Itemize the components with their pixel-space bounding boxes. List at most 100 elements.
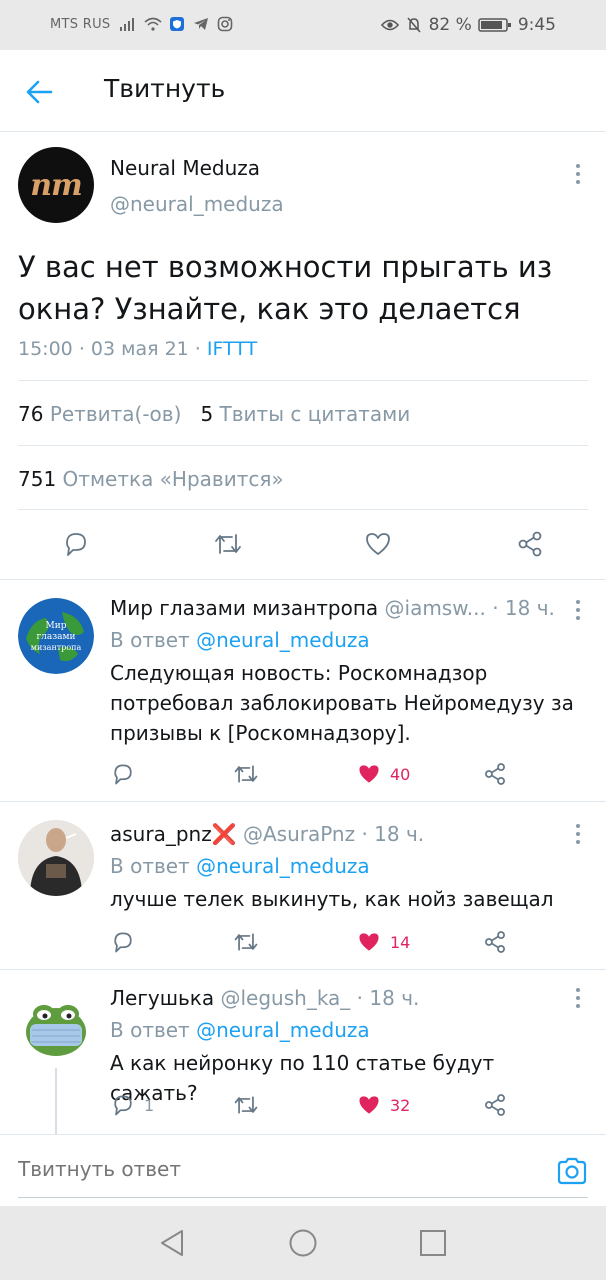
eye-icon — [380, 16, 399, 34]
reply-icon[interactable] — [60, 528, 92, 560]
retweet-stats[interactable]: 76 Ретвита(-ов) 5 Твиты с цитатами — [18, 402, 410, 426]
like-button[interactable]: 14 — [356, 928, 410, 956]
status-bar: MTS RUS 82 % 9:45 — [0, 0, 606, 50]
in-reply-label: В ответ — [110, 628, 190, 652]
avatar[interactable]: Мир глазами мизантропа — [18, 598, 94, 674]
battery-icon — [478, 16, 512, 34]
more-vertical-icon[interactable] — [568, 822, 588, 846]
retweet-button[interactable] — [232, 760, 260, 788]
like-button[interactable]: 40 — [356, 760, 410, 788]
avatar-logo-text: nm — [30, 167, 83, 203]
reply-tweet[interactable]: Легушька @legush_ka_ · 18 ч. В ответ @ne… — [0, 969, 606, 1135]
reply-header: Легушька @legush_ka_ · 18 ч. — [110, 986, 555, 1010]
share-icon[interactable] — [482, 760, 508, 788]
tweet-date: 03 мая 21 — [90, 338, 189, 360]
instagram-icon — [216, 15, 234, 33]
retweet-button[interactable] — [232, 1091, 260, 1119]
quotes-label: Твиты с цитатами — [219, 402, 411, 426]
in-reply-link[interactable]: @neural_meduza — [196, 854, 370, 878]
app-bar: Твитнуть — [0, 50, 606, 132]
like-count: 14 — [390, 932, 411, 952]
reply-button[interactable] — [110, 928, 144, 956]
reply-author-name[interactable]: Легушька — [110, 986, 214, 1010]
more-vertical-icon[interactable] — [568, 986, 588, 1010]
divider — [18, 509, 588, 510]
like-icon[interactable] — [362, 528, 394, 560]
retweets-label: Ретвита(-ов) — [49, 402, 182, 426]
reply-author-handle[interactable]: @iamsw... — [385, 596, 486, 620]
in-reply-to: В ответ @neural_meduza — [110, 854, 370, 878]
like-count: 32 — [390, 1095, 411, 1115]
page-title: Твитнуть — [104, 74, 226, 103]
avatar-text: глазами — [36, 632, 75, 642]
in-reply-label: В ответ — [110, 854, 190, 878]
likes-label: Отметка «Нравится» — [62, 467, 284, 491]
likes-stats[interactable]: 751 Отметка «Нравится» — [18, 467, 284, 491]
tweet-meta: 15:00 · 03 мая 21 · IFTTT — [18, 338, 257, 360]
reply-age: · 18 ч. — [356, 986, 420, 1010]
author-name[interactable]: Neural Meduza — [110, 156, 260, 180]
reply-count: 1 — [144, 1095, 155, 1115]
avatar[interactable] — [18, 820, 94, 896]
reply-age: · 18 ч. — [492, 596, 555, 620]
nav-recents-icon[interactable] — [418, 1228, 448, 1258]
meta-separator: · — [78, 338, 85, 360]
input-underline — [18, 1197, 588, 1198]
telegram-icon — [192, 15, 210, 33]
in-reply-link[interactable]: @neural_meduza — [196, 1018, 370, 1042]
in-reply-to: В ответ @neural_meduza — [110, 1018, 370, 1042]
reply-header: Мир глазами мизантропа @iamsw... · 18 ч. — [110, 596, 555, 620]
reply-tweet[interactable]: Мир глазами мизантропа Мир глазами мизан… — [0, 579, 606, 801]
like-button[interactable]: 32 — [356, 1091, 410, 1119]
share-icon[interactable] — [482, 928, 508, 956]
more-vertical-icon[interactable] — [568, 598, 588, 622]
author-handle[interactable]: @neural_meduza — [110, 192, 284, 216]
reply-author-handle[interactable]: @AsuraPnz — [243, 822, 355, 846]
likes-count: 751 — [18, 467, 57, 491]
in-reply-label: В ответ — [110, 1018, 190, 1042]
camera-icon[interactable] — [556, 1155, 588, 1187]
in-reply-link[interactable]: @neural_meduza — [196, 628, 370, 652]
reply-composer — [0, 1134, 606, 1206]
reply-header: asura_pnz❌ @AsuraPnz · 18 ч. — [110, 822, 555, 846]
wifi-icon — [144, 15, 162, 33]
cross-mark-icon: ❌ — [211, 822, 237, 846]
carrier-label: MTS RUS — [50, 16, 111, 32]
reply-author-name[interactable]: asura_pnz — [110, 822, 212, 846]
retweet-icon[interactable] — [212, 528, 244, 560]
shield-app-icon — [168, 15, 186, 33]
reply-author-handle[interactable]: @legush_ka_ — [220, 986, 350, 1010]
share-icon[interactable] — [514, 528, 546, 560]
avatar[interactable]: nm — [18, 147, 94, 223]
tweet-text: У вас нет возможности прыгать из окна? У… — [18, 250, 553, 326]
avatar-text: мизантропа — [31, 643, 82, 652]
nav-home-icon[interactable] — [288, 1228, 318, 1258]
reply-author-name[interactable]: Мир глазами мизантропа — [110, 596, 378, 620]
reply-button[interactable] — [110, 760, 144, 788]
thread-line — [55, 1068, 57, 1135]
alarm-off-icon — [405, 16, 423, 34]
like-count: 40 — [390, 764, 411, 784]
reply-button[interactable]: 1 — [110, 1091, 154, 1119]
share-icon[interactable] — [482, 1091, 508, 1119]
reply-input[interactable] — [18, 1157, 538, 1181]
arrow-left-icon[interactable] — [24, 76, 56, 108]
in-reply-to: В ответ @neural_meduza — [110, 628, 370, 652]
reply-text: А как нейронку по 110 статье будут сажат… — [110, 1051, 495, 1105]
meta-separator: · — [194, 338, 201, 360]
reply-text: Следующая новость: Роскомнадзор потребов… — [110, 661, 574, 745]
battery-percent: 82 % — [428, 15, 472, 35]
retweet-button[interactable] — [232, 928, 260, 956]
quotes-count: 5 — [200, 402, 214, 426]
tweet-source-link[interactable]: IFTTT — [207, 338, 257, 360]
signal-icon — [120, 15, 138, 33]
avatar-text: Мир — [46, 621, 67, 631]
more-vertical-icon[interactable] — [568, 162, 588, 186]
retweets-count: 76 — [18, 402, 44, 426]
reply-tweet[interactable]: asura_pnz❌ @AsuraPnz · 18 ч. В ответ @ne… — [0, 801, 606, 969]
avatar[interactable] — [18, 988, 94, 1064]
divider — [18, 380, 588, 381]
system-nav-bar — [0, 1206, 606, 1280]
nav-back-icon[interactable] — [158, 1228, 188, 1258]
divider — [18, 445, 588, 446]
